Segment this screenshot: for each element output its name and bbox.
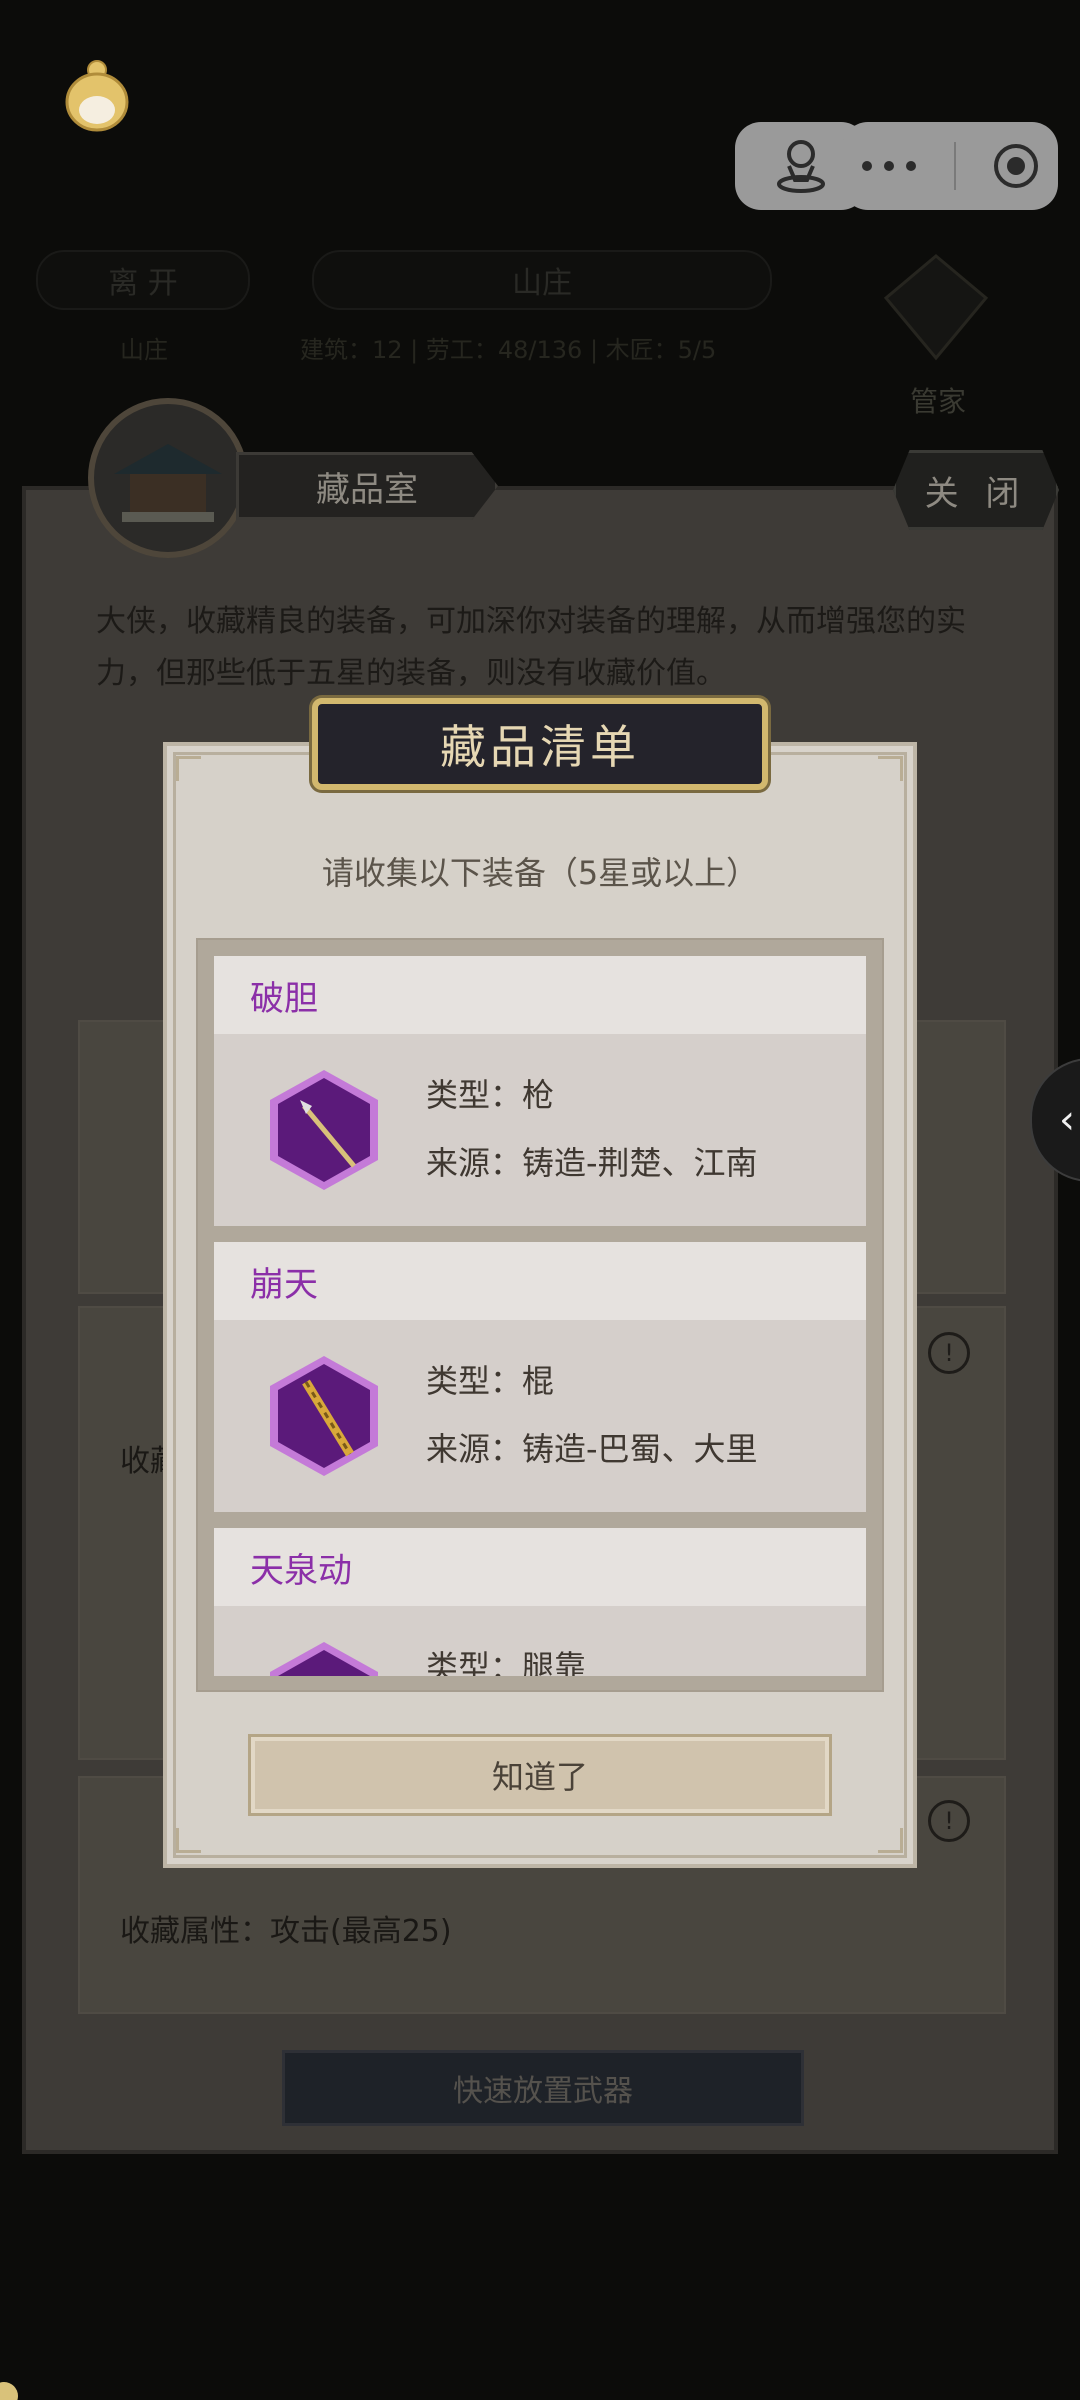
pavilion-icon	[114, 444, 222, 522]
record-target-icon[interactable]	[991, 141, 1041, 191]
collection-attribute: 收藏属性：攻击(最高25)	[120, 1914, 452, 1949]
list-item[interactable]: 崩天 类型：棍 来源：铸造-巴蜀、大里	[214, 1242, 866, 1512]
item-name: 崩天	[214, 1242, 866, 1320]
villa-title: 山庄	[312, 250, 772, 310]
item-name: 破胆	[214, 956, 866, 1034]
corner-blob-icon	[0, 2382, 18, 2400]
manager-label: 管家	[910, 385, 967, 418]
item-source: 来源：铸造-荆楚、江南	[426, 1144, 758, 1182]
modal-subtitle: 请收集以下装备（5星或以上）	[321, 854, 759, 892]
quick-place-weapon-button[interactable]: 快速放置武器	[282, 2050, 804, 2126]
more-dots-icon[interactable]	[859, 159, 919, 173]
manager-icon[interactable]	[876, 248, 996, 368]
mini-program-capsule	[842, 122, 1058, 210]
bun-head-avatar-icon[interactable]	[62, 60, 132, 136]
leg-guard-icon	[270, 1642, 378, 1676]
staff-icon	[270, 1356, 378, 1476]
villa-subtitle: 山庄	[120, 336, 168, 364]
leave-button[interactable]: 离 开	[36, 250, 250, 310]
corner-ornament	[878, 1828, 903, 1853]
person-pin-icon	[777, 140, 825, 193]
item-source: 来源：铸造-巴蜀、大里	[426, 1430, 758, 1468]
corner-ornament	[878, 756, 903, 781]
close-button[interactable]: 关 闭	[893, 450, 1059, 530]
modal-title: 藏品清单	[312, 698, 768, 790]
list-item[interactable]: 天泉动 类型：腿靠	[214, 1528, 866, 1676]
item-type: 类型：枪	[426, 1076, 555, 1114]
intro-text: 大侠，收藏精良的装备，可加深你对装备的理解，从而增强您的实力，但那些低于五星的装…	[96, 604, 966, 691]
villa-stats: 建筑：12 | 劳工：48/136 | 木匠：5/5	[300, 336, 717, 364]
info-icon[interactable]: !	[928, 1800, 970, 1842]
got-it-button[interactable]: 知道了	[248, 1734, 832, 1816]
item-type: 类型：腿靠	[426, 1648, 587, 1676]
tab-collection-room: 藏品室	[236, 452, 498, 520]
info-icon[interactable]: !	[928, 1332, 970, 1374]
corner-ornament	[176, 1828, 201, 1853]
corner-ornament	[176, 756, 201, 781]
building-avatar	[88, 398, 248, 558]
spear-icon	[270, 1070, 378, 1190]
item-name: 天泉动	[214, 1528, 866, 1606]
item-list[interactable]: 破胆 类型：枪 来源：铸造-荆楚、江南 崩天 类型：棍 来源：铸造-巴蜀、大里	[214, 956, 866, 1676]
item-type: 类型：棍	[426, 1362, 555, 1400]
list-item[interactable]: 破胆 类型：枪 来源：铸造-荆楚、江南	[214, 956, 866, 1226]
capsule-divider	[953, 142, 956, 190]
